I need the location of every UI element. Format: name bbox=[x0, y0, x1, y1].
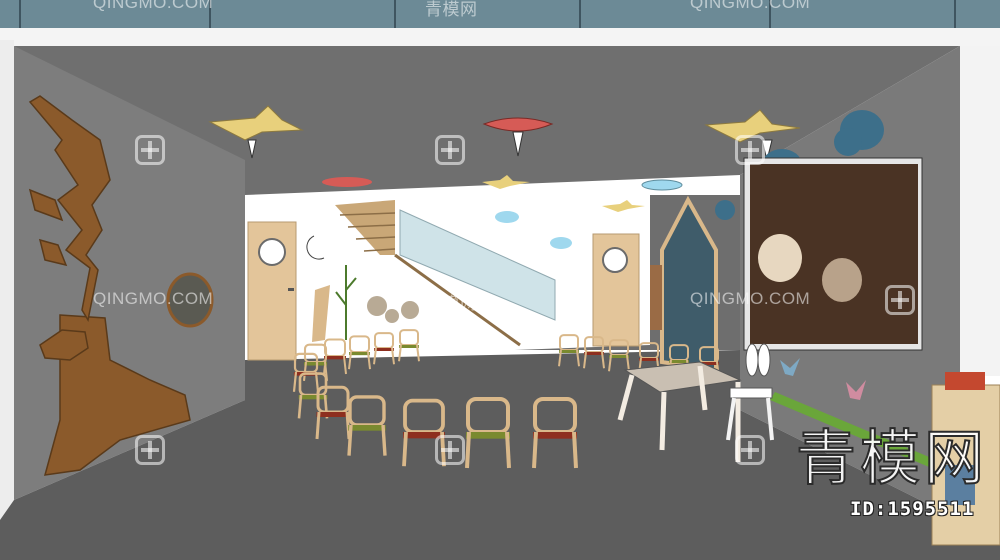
watermark-logo-icon bbox=[135, 135, 165, 165]
small-ceiling-lamp bbox=[322, 177, 372, 187]
cartoon-sheep bbox=[758, 234, 802, 282]
watermark-text: QINGMO.COM bbox=[690, 0, 811, 12]
shelf-books bbox=[945, 372, 985, 390]
watermark-text: 青模网 bbox=[425, 0, 478, 19]
stair-area-wall bbox=[245, 195, 650, 360]
left-door-handle bbox=[288, 288, 294, 291]
side-board bbox=[650, 265, 662, 330]
watermark-logo-icon bbox=[135, 435, 165, 465]
image-id-label: ID:1595511 bbox=[850, 498, 975, 520]
blue-ceiling-lamp bbox=[641, 179, 683, 191]
watermark-logo-icon bbox=[735, 135, 765, 165]
bunny-chair-ears bbox=[745, 343, 759, 377]
left-door-window bbox=[258, 238, 286, 266]
cloud-decoration bbox=[550, 237, 572, 249]
brand-watermark: 青模网 bbox=[795, 423, 988, 495]
watermark-text: 青模网 bbox=[425, 294, 478, 313]
watermark-text: QINGMO.COM bbox=[93, 0, 214, 12]
left-column bbox=[0, 40, 14, 520]
watermark-logo-icon bbox=[435, 135, 465, 165]
cloud-decoration bbox=[495, 211, 519, 223]
watermark-text: QINGMO.COM bbox=[690, 289, 811, 308]
watermark-logo-icon bbox=[885, 285, 915, 315]
cartoon-sheep bbox=[822, 258, 862, 302]
watermark-logo-icon bbox=[435, 435, 465, 465]
right-door-window bbox=[602, 247, 628, 273]
watermark-logo-icon bbox=[735, 435, 765, 465]
bunny-chair-ears bbox=[757, 343, 771, 377]
watermark-text: QINGMO.COM bbox=[93, 289, 214, 308]
upper-floor-slab bbox=[0, 28, 1000, 46]
bunny-chair-seat bbox=[729, 387, 773, 399]
right-column bbox=[960, 46, 1000, 376]
